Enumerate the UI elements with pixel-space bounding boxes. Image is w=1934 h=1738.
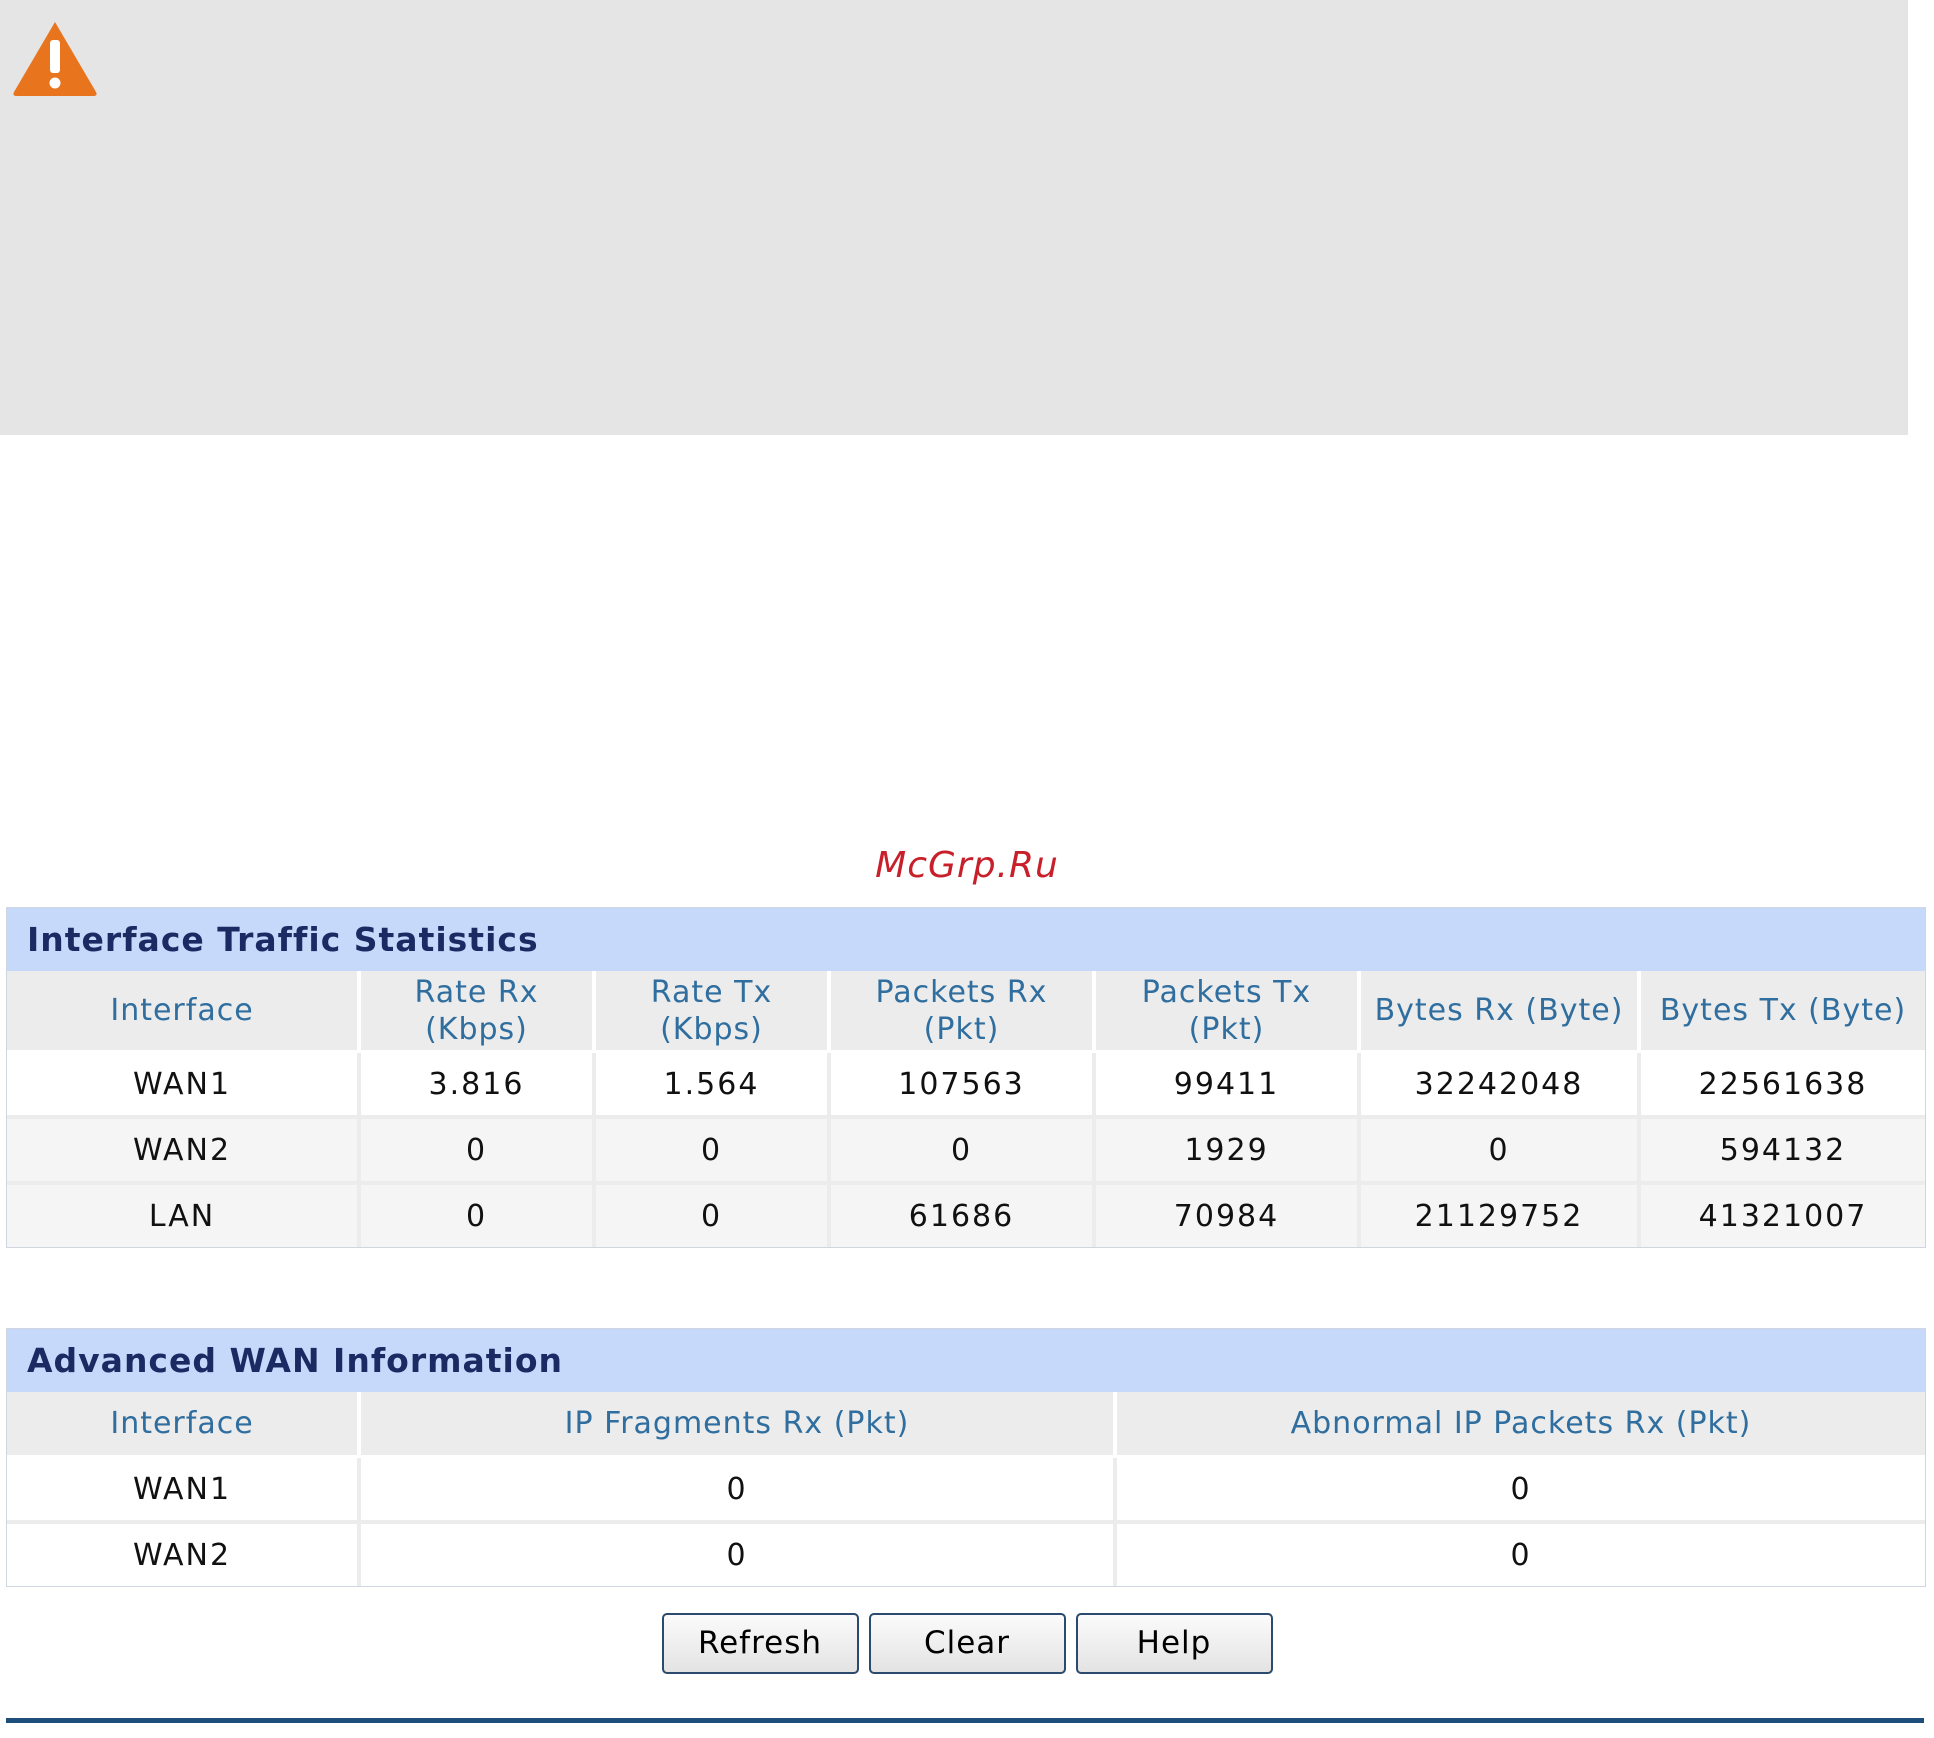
table-cell: WAN1 xyxy=(7,1456,361,1524)
column-header: Bytes Rx (Byte) xyxy=(1359,971,1641,1053)
warning-icon xyxy=(13,22,97,96)
table-cell: 594132 xyxy=(1639,1117,1925,1185)
note-box xyxy=(0,0,1908,435)
column-header: Packets Tx (Pkt) xyxy=(1094,971,1361,1053)
table-cell: 0 xyxy=(359,1117,596,1185)
panel-title: Interface Traffic Statistics xyxy=(7,908,1925,971)
table-cell: 21129752 xyxy=(1359,1183,1641,1247)
column-header: Interface xyxy=(7,971,361,1053)
table-row: WAN1 3.816 1.564 107563 99411 32242048 2… xyxy=(7,1051,1925,1119)
advanced-wan-panel: Advanced WAN Information Interface IP Fr… xyxy=(6,1328,1926,1587)
column-header: IP Fragments Rx (Pkt) xyxy=(359,1392,1117,1458)
column-header: Bytes Tx (Byte) xyxy=(1639,971,1925,1053)
table-cell: 0 xyxy=(359,1183,596,1247)
column-header: Interface xyxy=(7,1392,361,1458)
table-cell: 0 xyxy=(359,1456,1117,1524)
table-header-row: Interface Rate Rx (Kbps) Rate Tx (Kbps) Pa… xyxy=(7,971,1925,1053)
table-cell: WAN2 xyxy=(7,1522,361,1586)
table-cell: WAN1 xyxy=(7,1051,361,1119)
help-button[interactable]: Help xyxy=(1075,1613,1273,1674)
advanced-wan-table: Interface IP Fragments Rx (Pkt) Abnormal… xyxy=(7,1392,1925,1586)
table-cell: 3.816 xyxy=(359,1051,596,1119)
table-cell: 0 xyxy=(594,1183,831,1247)
watermark: McGrp.Ru xyxy=(875,845,1059,886)
clear-button[interactable]: Clear xyxy=(868,1613,1066,1674)
table-cell: 99411 xyxy=(1094,1051,1361,1119)
table-cell: 0 xyxy=(1359,1117,1641,1185)
table-cell: 1929 xyxy=(1094,1117,1361,1185)
table-cell: 22561638 xyxy=(1639,1051,1925,1119)
table-cell: 107563 xyxy=(829,1051,1096,1119)
table-row: LAN 0 0 61686 70984 21129752 41321007 xyxy=(7,1183,1925,1247)
table-cell: 0 xyxy=(1115,1456,1925,1524)
table-cell: 41321007 xyxy=(1639,1183,1925,1247)
bottom-divider xyxy=(6,1718,1924,1723)
table-cell: 0 xyxy=(359,1522,1117,1586)
table-cell: 0 xyxy=(829,1117,1096,1185)
table-row: WAN1 0 0 xyxy=(7,1456,1925,1524)
table-cell: 0 xyxy=(594,1117,831,1185)
column-header: Abnormal IP Packets Rx (Pkt) xyxy=(1115,1392,1925,1458)
interface-traffic-panel: Interface Traffic Statistics Interface R… xyxy=(6,907,1926,1248)
table-cell: WAN2 xyxy=(7,1117,361,1185)
table-cell: 32242048 xyxy=(1359,1051,1641,1119)
column-header: Packets Rx (Pkt) xyxy=(829,971,1096,1053)
table-cell: LAN xyxy=(7,1183,361,1247)
panel-title: Advanced WAN Information xyxy=(7,1329,1925,1392)
table-header-row: Interface IP Fragments Rx (Pkt) Abnormal… xyxy=(7,1392,1925,1458)
column-header: Rate Tx (Kbps) xyxy=(594,971,831,1053)
table-cell: 70984 xyxy=(1094,1183,1361,1247)
table-cell: 61686 xyxy=(829,1183,1096,1247)
column-header: Rate Rx (Kbps) xyxy=(359,971,596,1053)
table-cell: 0 xyxy=(1510,1537,1532,1573)
button-bar: Refresh Clear Help xyxy=(0,1613,1934,1674)
table-row: WAN2 0 0 xyxy=(7,1522,1925,1586)
table-row: WAN2 0 0 0 1929 0 594132 xyxy=(7,1117,1925,1185)
table-cell: 1.564 xyxy=(594,1051,831,1119)
refresh-button[interactable]: Refresh xyxy=(661,1613,859,1674)
traffic-table: Interface Rate Rx (Kbps) Rate Tx (Kbps) Pa… xyxy=(7,971,1925,1247)
